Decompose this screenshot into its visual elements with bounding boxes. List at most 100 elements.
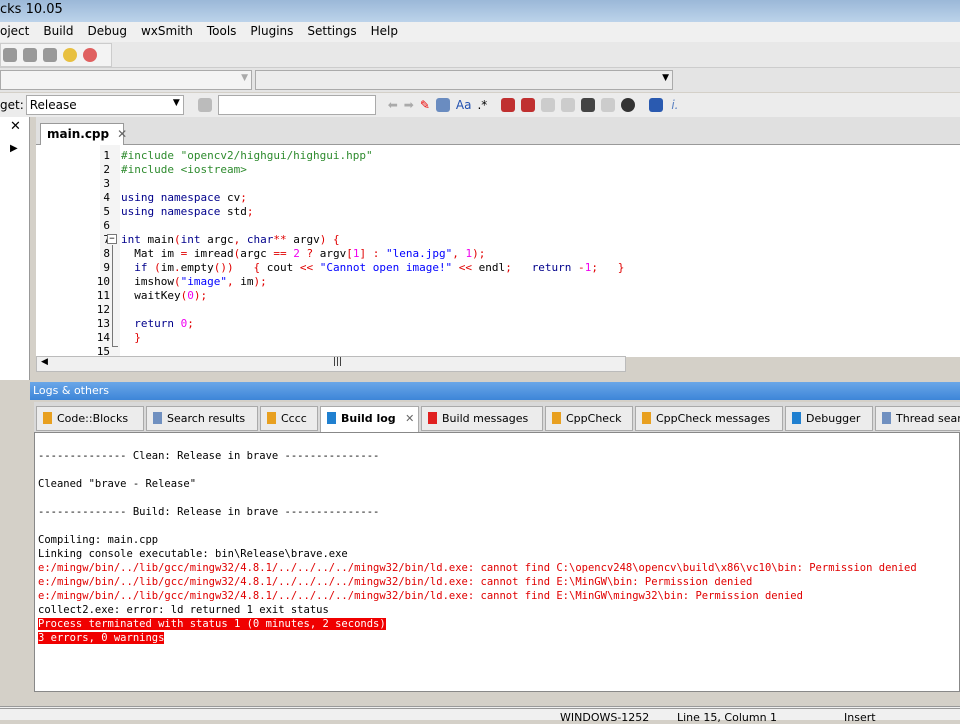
menu-help[interactable]: Help <box>371 24 398 42</box>
code-line: using namespace std; <box>121 205 253 219</box>
run-to-cursor-icon[interactable] <box>521 98 536 112</box>
tab-icon <box>792 412 801 424</box>
close-tab-icon[interactable]: ✕ <box>402 412 414 425</box>
tab-label: Search results <box>167 412 246 425</box>
code-token: 2 <box>286 247 300 260</box>
line-number: 2 <box>103 163 110 176</box>
code-token: ); <box>472 247 486 260</box>
next-instruction-icon[interactable] <box>601 98 616 112</box>
code-completion-toolbar: ▼ ▼ <box>0 68 960 92</box>
step-out-icon[interactable] <box>581 98 596 112</box>
code-token: using namespace <box>121 205 221 218</box>
tab-icon <box>882 412 891 424</box>
tab-icon <box>642 412 651 424</box>
code-line: } <box>121 331 141 345</box>
code-line: int main(int argc, char** argv) { <box>121 233 340 247</box>
code-token: cout <box>260 261 300 274</box>
tab-code-blocks[interactable]: Code::Blocks <box>36 406 144 431</box>
menu-tools[interactable]: Tools <box>207 24 237 42</box>
cut-icon[interactable] <box>3 48 17 62</box>
arrow-right-icon[interactable]: ▶ <box>10 143 18 154</box>
code-token: 0 <box>187 289 194 302</box>
scope-dropdown[interactable]: ▼ <box>0 70 252 90</box>
management-panel: ✕ ▶ <box>0 117 30 380</box>
code-line: if (im.empty()) { cout << "Cannot open i… <box>121 261 624 275</box>
close-icon[interactable]: ✕ <box>10 119 21 134</box>
tab-search-results[interactable]: Search results <box>146 406 258 431</box>
paste-icon[interactable] <box>43 48 57 62</box>
build-log-output[interactable]: -------------- Clean: Release in brave -… <box>34 432 960 692</box>
tab-cccc[interactable]: Cccc <box>260 406 318 431</box>
next-line-icon[interactable] <box>541 98 556 112</box>
find-icon[interactable] <box>63 48 77 62</box>
tab-build-messages[interactable]: Build messages <box>421 406 543 431</box>
code-token: char <box>246 233 274 246</box>
tab-label: CppCheck <box>566 412 622 425</box>
line-number: 3 <box>103 177 110 190</box>
code-token: , <box>226 275 241 288</box>
tab-label: Code::Blocks <box>57 412 129 425</box>
menu-debug[interactable]: Debug <box>88 24 127 42</box>
close-tab-icon[interactable]: ✕ <box>117 127 127 141</box>
nav-arrows-icon[interactable]: ⬅➡ <box>388 98 420 112</box>
tab-label: Thread search <box>896 412 960 425</box>
code-token: imshow <box>121 275 174 288</box>
horizontal-scrollbar[interactable]: ◀ ||| <box>36 356 626 372</box>
tab-icon <box>327 412 336 424</box>
code-token: imread <box>187 247 234 260</box>
selected-icon[interactable] <box>435 98 450 112</box>
code-token: cv <box>220 191 241 204</box>
code-token: argc <box>200 233 234 246</box>
editor-tabs: main.cpp ✕ <box>36 117 960 145</box>
debug-run-icon[interactable] <box>501 98 516 112</box>
code-editor[interactable]: 1 #include "opencv2/highgui/highgui.hpp" 2… <box>36 145 960 358</box>
fold-toggle-icon[interactable]: − <box>107 234 117 244</box>
code-token: ; <box>505 261 532 274</box>
tab-cppcheck-messages[interactable]: CppCheck messages <box>635 406 783 431</box>
function-dropdown[interactable]: ▼ <box>255 70 673 90</box>
tab-build-log[interactable]: Build log ✕ <box>320 406 419 433</box>
code-token: im <box>160 261 174 274</box>
code-token: ** <box>273 233 287 246</box>
menu-settings[interactable]: Settings <box>307 24 356 42</box>
line-number: 6 <box>103 219 110 232</box>
info-icon[interactable]: i. <box>671 98 678 112</box>
tab-main-cpp[interactable]: main.cpp ✕ <box>40 123 127 145</box>
code-token: ; } <box>591 261 625 274</box>
menu-wxsmith[interactable]: wxSmith <box>141 24 193 42</box>
menu-build[interactable]: Build <box>43 24 73 42</box>
code-token: ) { <box>319 233 340 246</box>
debug-windows-icon[interactable] <box>649 98 664 112</box>
tab-debugger[interactable]: Debugger <box>785 406 873 431</box>
line-number: 1 <box>103 149 110 162</box>
menu-oject[interactable]: oject <box>0 24 29 42</box>
code-token: empty <box>180 261 214 274</box>
code-line: imshow("image", im); <box>121 275 266 289</box>
insert-mode-status: Insert <box>844 711 876 724</box>
highlight-icon[interactable]: ✎ <box>420 98 430 112</box>
incremental-search-input[interactable] <box>217 95 376 115</box>
regex-icon[interactable]: .* <box>477 98 487 112</box>
replace-icon[interactable] <box>83 48 97 62</box>
step-into-icon[interactable] <box>561 98 576 112</box>
cursor-position-status: Line 15, Column 1 <box>677 711 778 724</box>
target-label: get: <box>0 98 24 112</box>
code-token: ; <box>246 205 254 218</box>
clear-icon[interactable] <box>197 98 212 112</box>
tab-label: Build messages <box>442 412 529 425</box>
code-token: #include "opencv2/highgui/highgui.hpp" <box>121 149 373 162</box>
log-line: 3 errors, 0 warnings <box>38 632 165 644</box>
code-token: == <box>273 247 287 260</box>
build-target-dropdown[interactable]: Release ▼ <box>25 95 184 115</box>
copy-icon[interactable] <box>23 48 37 62</box>
match-case-icon[interactable]: Aa <box>456 98 472 112</box>
tab-thread-search[interactable]: Thread search <box>875 406 960 431</box>
stop-debugger-icon[interactable] <box>621 98 636 112</box>
code-token: if <box>121 261 148 274</box>
tab-cppcheck[interactable]: CppCheck <box>545 406 633 431</box>
menu-plugins[interactable]: Plugins <box>250 24 293 42</box>
fold-line <box>112 245 118 347</box>
log-line: e:/mingw/bin/../lib/gcc/mingw32/4.8.1/..… <box>38 590 803 602</box>
